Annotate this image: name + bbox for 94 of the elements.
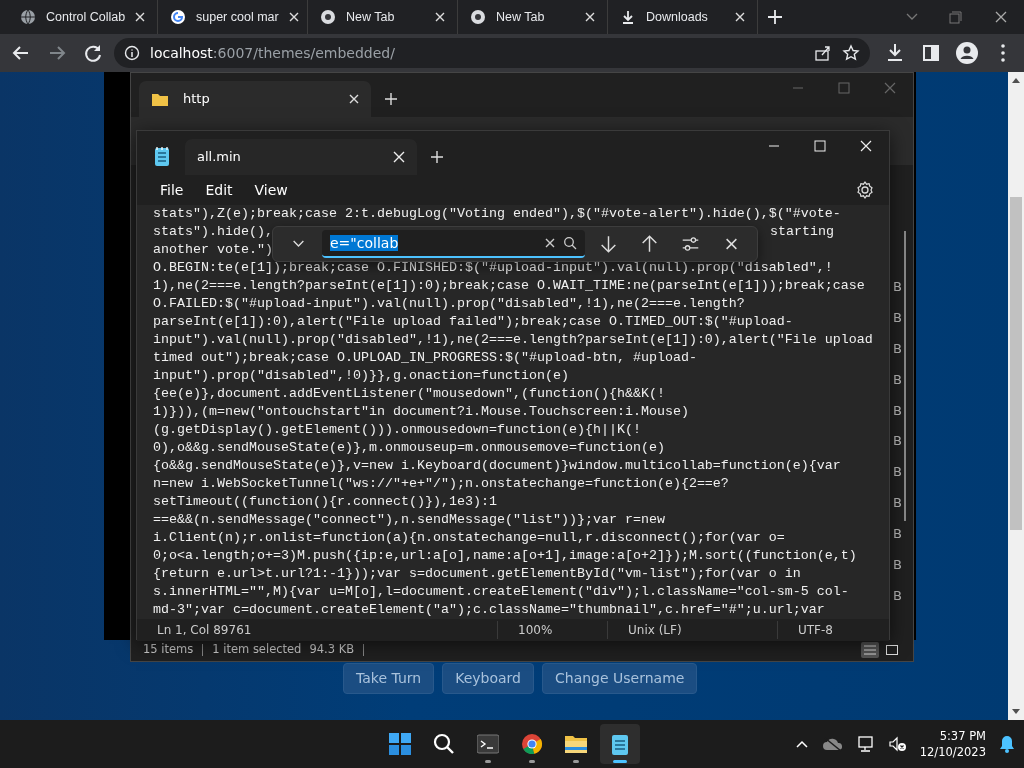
- taskbar-button[interactable]: [600, 724, 640, 764]
- running-indicator: [485, 760, 491, 763]
- close-icon[interactable]: [393, 151, 405, 163]
- bell-icon[interactable]: [998, 734, 1016, 754]
- url-text: localhost:6007/themes/embedded/: [150, 43, 396, 63]
- search-field[interactable]: e="collab: [322, 230, 585, 258]
- selection-size: 94.3 KB: [309, 641, 355, 659]
- code-text: timed out");break;case O.UPLOAD_IN_PROGRESS:$("#upload-btn, #upload-: [153, 349, 697, 367]
- google-icon: [170, 9, 186, 25]
- size-text: B: [893, 556, 902, 574]
- code-text: stats"),Z(e);break;case 2:t.debugLog("Voting ended"),$("#vote-alert").hide(),$("#vote-: [153, 205, 841, 223]
- tiles-view-button[interactable]: [883, 642, 901, 658]
- running-indicator: [613, 760, 627, 763]
- running-indicator: [573, 760, 579, 763]
- scroll-thumb[interactable]: [1010, 197, 1022, 530]
- menu-item[interactable]: Edit: [196, 177, 242, 203]
- muted-speaker-icon[interactable]: [887, 735, 908, 753]
- search-icon[interactable]: [563, 236, 577, 250]
- code-text: {return e.url>t.url?1:-1}));var s=document.getElementById("vm-list");for(var o in: [153, 565, 801, 583]
- code-text: starting: [770, 223, 834, 241]
- code-text: another vote."): [153, 241, 273, 259]
- code-text: O.BEGIN:te(e[1]);break;case O.FINISHED:$("#upload-input").val(null).prop("disabled",!: [153, 259, 833, 277]
- code-text: 1),ne(2===e.length?parseInt(e[1]):0);break;case O.WAIT_TIME:ne(parseInt(e[1]));break;case: [153, 277, 865, 295]
- size-text: B: [893, 308, 902, 327]
- star-icon[interactable]: [842, 44, 860, 62]
- code-text: 0),o&&g.sendMouseState(e)},m.onmouseup=m.onmousemove=function(e): [153, 439, 665, 457]
- cursor-position: Ln 1, Col 89761: [156, 622, 253, 639]
- clear-icon[interactable]: [545, 238, 555, 248]
- menu-item[interactable]: File: [151, 177, 193, 203]
- divider-icon: [201, 644, 205, 656]
- size-text: B: [893, 432, 902, 451]
- close-icon[interactable]: [585, 12, 595, 22]
- close-icon[interactable]: [288, 12, 299, 22]
- size-text: B: [893, 370, 902, 389]
- code-text: stats").hide(),: [153, 223, 273, 241]
- globe-icon: [20, 9, 36, 25]
- scrollbar[interactable]: [1008, 72, 1024, 720]
- code-text: ==e&&(n.sendMessage("connect"),n.sendMessage("list"))};var r=new: [153, 511, 665, 529]
- running-indicator: [529, 760, 535, 763]
- line-ending: Unix (LF): [607, 621, 777, 639]
- search-icon: [433, 733, 455, 755]
- address-bar[interactable]: localhost:6007/themes/embedded/: [114, 38, 870, 68]
- details-view-button[interactable]: [861, 642, 879, 658]
- settings-icon[interactable]: [855, 180, 875, 200]
- close-icon[interactable]: [349, 94, 359, 104]
- encoding: UTF-8: [777, 621, 853, 639]
- code-text: md-3";var c=document.createElement("a");c.className="thumbnail",c.href="#";u.url;var: [153, 601, 825, 619]
- notepad-icon: [155, 147, 169, 167]
- code-text: input").val(null).prop("disabled",!1),ne(2===e.length?parseInt(e[1]):0),alert("File upload: [153, 331, 873, 349]
- close-icon[interactable]: [135, 12, 146, 22]
- item-count: 15 items: [143, 641, 194, 659]
- close-icon[interactable]: [435, 12, 445, 22]
- windows-icon: [389, 733, 411, 755]
- page-button[interactable]: Change Username: [542, 663, 698, 694]
- size-text: B: [893, 525, 902, 544]
- download-icon: [620, 9, 636, 25]
- code-text: parseInt(e[1]):0),alert("File upload failed");break;case O.TIMED_OUT:$("#upload-: [153, 313, 793, 331]
- notepad-icon: [609, 733, 631, 755]
- menu-item[interactable]: View: [245, 177, 297, 203]
- network-icon[interactable]: [855, 735, 876, 753]
- code-text: input").prop("disabled",!0)}},g.onaction=function(e): [153, 367, 569, 385]
- size-text: B: [893, 278, 902, 296]
- size-text: B: [893, 401, 902, 420]
- info-icon: [124, 45, 140, 61]
- divider-icon: [362, 644, 366, 656]
- scrollbar[interactable]: [904, 231, 906, 521]
- folder-icon: [565, 733, 587, 755]
- share-icon[interactable]: [814, 44, 832, 62]
- selection-info: 1 item selected: [212, 641, 302, 659]
- code-text: s.innerHTML="",M){var u=M[o],l=document.createElement("div");l.className="col-sm-5 col-: [153, 583, 849, 601]
- size-text: B: [893, 339, 902, 358]
- code-text: 0;o<a.length;o+=3)M.push({ip:e,url:a[o],name:a[o+1],image:a[o+2]});M.sort((function(e,t): [153, 547, 857, 565]
- page-button[interactable]: Take Turn: [343, 663, 435, 694]
- clock-date[interactable]: 12/10/2023: [919, 744, 986, 760]
- size-text: B: [893, 494, 902, 513]
- folder-icon: [151, 91, 169, 107]
- zoom-level: 100%: [497, 621, 607, 639]
- clock-time[interactable]: 5:37 PM: [939, 728, 986, 744]
- close-icon[interactable]: [735, 12, 745, 22]
- code-text: O.FAILED:$("#upload-input").val(null).prop("disabled",!1),ne(2===e.length?: [153, 295, 745, 313]
- code-text: {ee(e)},document.addEventListener("mousedown",(function(){h&&K(!: [153, 385, 665, 403]
- code-text: n=new i.WebSocketTunnel("ws://"+e+"/");n.onstatechange=function(e){2==e?: [153, 475, 729, 493]
- window-tab[interactable]: all.min: [185, 139, 417, 175]
- code-text: (g.getDisplay().getElement())).onmousedown=function(e){h||K(!: [153, 421, 641, 439]
- page-button[interactable]: Keyboard: [442, 663, 534, 694]
- size-text: B: [893, 463, 902, 482]
- terminal-icon: [477, 733, 499, 755]
- size-text: B: [893, 586, 902, 605]
- code-text: {o&&g.sendMouseState(e)},v=new i.Keyboard(document)}window.multicollab=function(e){var: [153, 457, 841, 475]
- code-text: setTimeout((function(){r.connect()}),1e3):1: [153, 493, 497, 511]
- code-text: i.Client(n);r.onlist=function(a){n.onstatechange=null,r.disconnect();for(var o=: [153, 529, 785, 547]
- cloud-icon[interactable]: [821, 736, 844, 752]
- window-tab[interactable]: http: [139, 81, 371, 117]
- code-text: 1)})),(m=new("ontouchstart"in document?i.Mouse.Touchscreen:i.Mouse): [153, 403, 689, 421]
